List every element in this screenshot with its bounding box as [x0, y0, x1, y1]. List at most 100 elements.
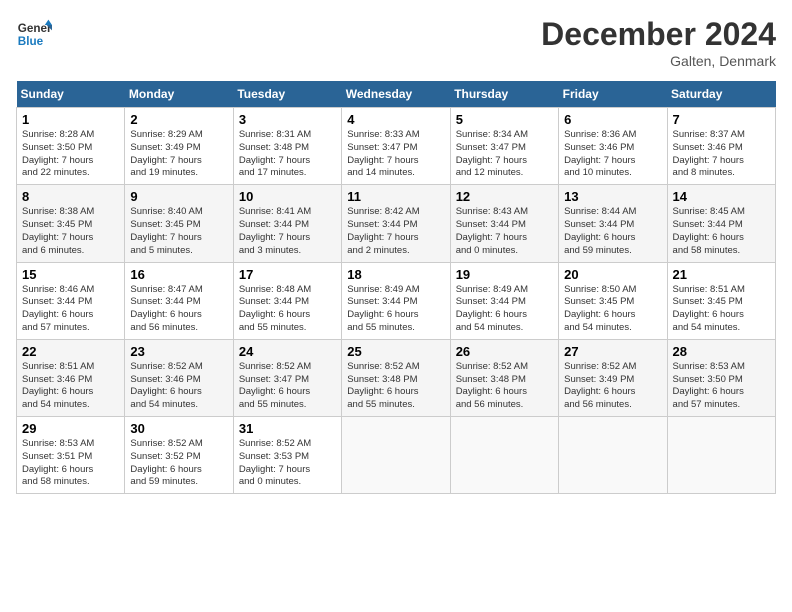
- day-info: Sunrise: 8:52 AM Sunset: 3:53 PM Dayligh…: [239, 438, 336, 489]
- day-info: Sunrise: 8:53 AM Sunset: 3:51 PM Dayligh…: [22, 438, 119, 489]
- day-info: Sunrise: 8:52 AM Sunset: 3:49 PM Dayligh…: [564, 361, 661, 412]
- location: Galten, Denmark: [541, 53, 776, 69]
- calendar-cell: 24 Sunrise: 8:52 AM Sunset: 3:47 PM Dayli…: [233, 339, 341, 416]
- day-info: Sunrise: 8:52 AM Sunset: 3:47 PM Dayligh…: [239, 361, 336, 412]
- day-number: 14: [673, 189, 770, 204]
- day-number: 27: [564, 344, 661, 359]
- calendar-cell: 2 Sunrise: 8:29 AM Sunset: 3:49 PM Daylig…: [125, 108, 233, 185]
- day-number: 30: [130, 421, 227, 436]
- day-info: Sunrise: 8:46 AM Sunset: 3:44 PM Dayligh…: [22, 284, 119, 335]
- week-row-2: 8Sunrise: 8:38 AM Sunset: 3:45 PM Daylig…: [17, 185, 776, 262]
- col-header-friday: Friday: [559, 81, 667, 108]
- calendar-cell: 1 Sunrise: 8:28 AM Sunset: 3:50 PM Daylig…: [17, 108, 125, 185]
- title-block: December 2024 Galten, Denmark: [541, 16, 776, 69]
- svg-text:Blue: Blue: [18, 35, 44, 48]
- week-row-3: 15Sunrise: 8:46 AM Sunset: 3:44 PM Dayli…: [17, 262, 776, 339]
- calendar-cell: 3Sunrise: 8:31 AM Sunset: 3:48 PM Daylig…: [233, 108, 341, 185]
- calendar-cell: 11Sunrise: 8:42 AM Sunset: 3:44 PM Dayli…: [342, 185, 450, 262]
- day-number: 2: [130, 112, 227, 127]
- day-info: Sunrise: 8:47 AM Sunset: 3:44 PM Dayligh…: [130, 284, 227, 335]
- day-number: 1: [22, 112, 119, 127]
- day-number: 10: [239, 189, 336, 204]
- calendar-cell: 16 Sunrise: 8:47 AM Sunset: 3:44 PM Dayli…: [125, 262, 233, 339]
- calendar-cell: 25 Sunrise: 8:52 AM Sunset: 3:48 PM Dayli…: [342, 339, 450, 416]
- calendar-cell: 23Sunrise: 8:52 AM Sunset: 3:46 PM Dayli…: [125, 339, 233, 416]
- day-number: 6: [564, 112, 661, 127]
- day-info: Sunrise: 8:51 AM Sunset: 3:46 PM Dayligh…: [22, 361, 119, 412]
- calendar-cell: 12Sunrise: 8:43 AM Sunset: 3:44 PM Dayli…: [450, 185, 558, 262]
- day-info: Sunrise: 8:41 AM Sunset: 3:44 PM Dayligh…: [239, 206, 336, 257]
- day-info: Sunrise: 8:44 AM Sunset: 3:44 PM Dayligh…: [564, 206, 661, 257]
- day-info: Sunrise: 8:29 AM Sunset: 3:49 PM Dayligh…: [130, 129, 227, 180]
- logo-icon: General Blue: [16, 16, 52, 52]
- calendar-cell: 15Sunrise: 8:46 AM Sunset: 3:44 PM Dayli…: [17, 262, 125, 339]
- day-info: Sunrise: 8:28 AM Sunset: 3:50 PM Dayligh…: [22, 129, 119, 180]
- calendar-body: 1 Sunrise: 8:28 AM Sunset: 3:50 PM Daylig…: [17, 108, 776, 494]
- calendar-cell: [342, 417, 450, 494]
- day-number: 13: [564, 189, 661, 204]
- day-number: 26: [456, 344, 553, 359]
- day-number: 5: [456, 112, 553, 127]
- day-number: 3: [239, 112, 336, 127]
- day-info: Sunrise: 8:52 AM Sunset: 3:48 PM Dayligh…: [347, 361, 444, 412]
- calendar-cell: [450, 417, 558, 494]
- day-number: 31: [239, 421, 336, 436]
- day-number: 16: [130, 267, 227, 282]
- day-number: 21: [673, 267, 770, 282]
- calendar-cell: 18 Sunrise: 8:49 AM Sunset: 3:44 PM Dayli…: [342, 262, 450, 339]
- day-info: Sunrise: 8:34 AM Sunset: 3:47 PM Dayligh…: [456, 129, 553, 180]
- day-number: 28: [673, 344, 770, 359]
- day-number: 18: [347, 267, 444, 282]
- day-info: Sunrise: 8:33 AM Sunset: 3:47 PM Dayligh…: [347, 129, 444, 180]
- day-number: 19: [456, 267, 553, 282]
- calendar-cell: 22 Sunrise: 8:51 AM Sunset: 3:46 PM Dayli…: [17, 339, 125, 416]
- day-number: 24: [239, 344, 336, 359]
- calendar-cell: 28Sunrise: 8:53 AM Sunset: 3:50 PM Dayli…: [667, 339, 775, 416]
- day-number: 23: [130, 344, 227, 359]
- day-info: Sunrise: 8:37 AM Sunset: 3:46 PM Dayligh…: [673, 129, 770, 180]
- calendar-cell: 27 Sunrise: 8:52 AM Sunset: 3:49 PM Dayli…: [559, 339, 667, 416]
- day-number: 7: [673, 112, 770, 127]
- calendar-cell: 26 Sunrise: 8:52 AM Sunset: 3:48 PM Dayli…: [450, 339, 558, 416]
- calendar-cell: 17Sunrise: 8:48 AM Sunset: 3:44 PM Dayli…: [233, 262, 341, 339]
- day-number: 20: [564, 267, 661, 282]
- week-row-5: 29 Sunrise: 8:53 AM Sunset: 3:51 PM Dayli…: [17, 417, 776, 494]
- week-row-1: 1 Sunrise: 8:28 AM Sunset: 3:50 PM Daylig…: [17, 108, 776, 185]
- calendar-cell: 6 Sunrise: 8:36 AM Sunset: 3:46 PM Daylig…: [559, 108, 667, 185]
- calendar-table: SundayMondayTuesdayWednesdayThursdayFrid…: [16, 81, 776, 494]
- day-info: Sunrise: 8:52 AM Sunset: 3:48 PM Dayligh…: [456, 361, 553, 412]
- calendar-cell: 9 Sunrise: 8:40 AM Sunset: 3:45 PM Daylig…: [125, 185, 233, 262]
- calendar-cell: 4Sunrise: 8:33 AM Sunset: 3:47 PM Daylig…: [342, 108, 450, 185]
- calendar-cell: 13 Sunrise: 8:44 AM Sunset: 3:44 PM Dayli…: [559, 185, 667, 262]
- calendar-cell: 5 Sunrise: 8:34 AM Sunset: 3:47 PM Daylig…: [450, 108, 558, 185]
- day-info: Sunrise: 8:36 AM Sunset: 3:46 PM Dayligh…: [564, 129, 661, 180]
- day-number: 29: [22, 421, 119, 436]
- calendar-cell: [559, 417, 667, 494]
- week-row-4: 22 Sunrise: 8:51 AM Sunset: 3:46 PM Dayli…: [17, 339, 776, 416]
- day-info: Sunrise: 8:49 AM Sunset: 3:44 PM Dayligh…: [347, 284, 444, 335]
- calendar-cell: 7 Sunrise: 8:37 AM Sunset: 3:46 PM Daylig…: [667, 108, 775, 185]
- day-info: Sunrise: 8:40 AM Sunset: 3:45 PM Dayligh…: [130, 206, 227, 257]
- day-info: Sunrise: 8:49 AM Sunset: 3:44 PM Dayligh…: [456, 284, 553, 335]
- col-header-wednesday: Wednesday: [342, 81, 450, 108]
- day-number: 25: [347, 344, 444, 359]
- col-header-sunday: Sunday: [17, 81, 125, 108]
- day-number: 9: [130, 189, 227, 204]
- col-header-tuesday: Tuesday: [233, 81, 341, 108]
- calendar-cell: 21Sunrise: 8:51 AM Sunset: 3:45 PM Dayli…: [667, 262, 775, 339]
- calendar-header-row: SundayMondayTuesdayWednesdayThursdayFrid…: [17, 81, 776, 108]
- logo: General Blue: [16, 16, 52, 52]
- day-info: Sunrise: 8:48 AM Sunset: 3:44 PM Dayligh…: [239, 284, 336, 335]
- calendar-cell: 14 Sunrise: 8:45 AM Sunset: 3:44 PM Dayli…: [667, 185, 775, 262]
- col-header-monday: Monday: [125, 81, 233, 108]
- calendar-cell: 29 Sunrise: 8:53 AM Sunset: 3:51 PM Dayli…: [17, 417, 125, 494]
- calendar-cell: 19 Sunrise: 8:49 AM Sunset: 3:44 PM Dayli…: [450, 262, 558, 339]
- day-info: Sunrise: 8:45 AM Sunset: 3:44 PM Dayligh…: [673, 206, 770, 257]
- day-number: 22: [22, 344, 119, 359]
- day-info: Sunrise: 8:43 AM Sunset: 3:44 PM Dayligh…: [456, 206, 553, 257]
- day-info: Sunrise: 8:38 AM Sunset: 3:45 PM Dayligh…: [22, 206, 119, 257]
- calendar-cell: 30Sunrise: 8:52 AM Sunset: 3:52 PM Dayli…: [125, 417, 233, 494]
- day-info: Sunrise: 8:42 AM Sunset: 3:44 PM Dayligh…: [347, 206, 444, 257]
- calendar-cell: 31 Sunrise: 8:52 AM Sunset: 3:53 PM Dayli…: [233, 417, 341, 494]
- calendar-cell: 20Sunrise: 8:50 AM Sunset: 3:45 PM Dayli…: [559, 262, 667, 339]
